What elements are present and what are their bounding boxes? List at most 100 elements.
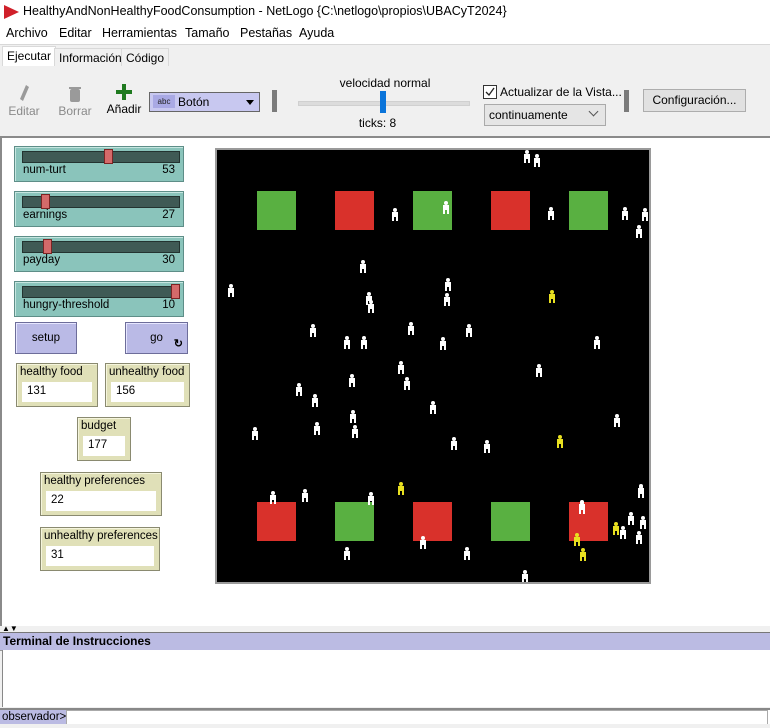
window-bottom-edge	[0, 724, 770, 728]
interface-panel: num-turt 53 earnings 27 payday 30 hungry…	[0, 138, 770, 626]
world-view[interactable]	[215, 148, 651, 584]
slider-value: 53	[162, 164, 175, 176]
person-agent-icon	[407, 322, 415, 335]
delete-button[interactable]: Borrar	[57, 84, 93, 118]
person-agent-icon	[593, 336, 601, 349]
person-agent-icon	[301, 489, 309, 502]
edit-button[interactable]: Editar	[8, 84, 40, 118]
slider-track[interactable]	[22, 151, 180, 163]
person-agent-icon	[309, 324, 317, 337]
slider-name: hungry-threshold	[23, 299, 110, 311]
person-agent-icon	[639, 516, 647, 529]
person-agent-icon	[444, 278, 452, 291]
person-agent-highlighted-icon	[612, 522, 620, 535]
speed-slider-thumb[interactable]	[380, 91, 386, 113]
slider-thumb[interactable]	[171, 284, 180, 299]
slider-value: 10	[162, 299, 175, 311]
slider-track[interactable]	[22, 286, 180, 298]
healthy-store-patch	[335, 502, 374, 541]
person-agent-icon	[359, 260, 367, 273]
trash-icon	[57, 84, 93, 104]
person-agent-icon	[269, 491, 277, 504]
monitor-value-box: 177	[83, 436, 125, 456]
settings-button[interactable]: Configuración...	[643, 89, 746, 112]
update-view-checkbox[interactable]	[483, 85, 497, 99]
slider-payday[interactable]: payday 30	[14, 236, 184, 272]
widget-type-select[interactable]: abc Botón	[149, 92, 260, 112]
ticks-counter: ticks: 8	[358, 116, 397, 130]
person-agent-icon	[351, 425, 359, 438]
plus-icon	[104, 82, 144, 102]
person-agent-icon	[313, 422, 321, 435]
person-agent-icon	[578, 501, 586, 514]
monitor-healthy-preferences: healthy preferences 22	[40, 472, 162, 516]
person-agent-icon	[367, 492, 375, 505]
slider-value: 27	[162, 209, 175, 221]
go-label: go	[150, 332, 163, 344]
monitor-unhealthy-food: unhealthy food 156	[105, 363, 190, 407]
monitor-name: budget	[81, 420, 117, 432]
person-agent-icon	[635, 531, 643, 544]
person-agent-icon	[619, 526, 627, 539]
menu-pestanas[interactable]: Pestañas	[240, 26, 292, 40]
person-agent-icon	[641, 208, 649, 221]
person-agent-highlighted-icon	[556, 435, 564, 448]
monitor-value-box: 31	[46, 546, 154, 566]
slider-thumb[interactable]	[103, 149, 113, 164]
tab-codigo[interactable]: Código	[121, 48, 170, 67]
monitor-healthy-food: healthy food 131	[16, 363, 98, 407]
add-button[interactable]: Añadir	[104, 82, 144, 116]
title-bar: HealthyAndNonHealthyFoodConsumption - Ne…	[0, 0, 770, 24]
person-agent-icon	[621, 207, 629, 220]
command-center-header: Terminal de Instrucciones	[0, 632, 770, 651]
person-agent-icon	[429, 401, 437, 414]
monitor-value: 131	[27, 385, 47, 397]
slider-thumb[interactable]	[42, 239, 52, 254]
update-mode-select[interactable]: continuamente	[484, 104, 606, 126]
person-agent-icon	[391, 208, 399, 221]
slider-hungry-threshold[interactable]: hungry-threshold 10	[14, 281, 184, 317]
netlogo-logo-icon	[4, 5, 19, 19]
speed-label: velocidad normal	[339, 76, 431, 90]
person-agent-icon	[251, 427, 259, 440]
menu-ayuda[interactable]: Ayuda	[299, 26, 334, 40]
monitor-value-box: 131	[22, 382, 92, 402]
person-agent-icon	[343, 547, 351, 560]
monitor-value-box: 22	[46, 491, 156, 511]
person-agent-icon	[637, 484, 645, 497]
slider-name: earnings	[23, 209, 68, 221]
person-agent-highlighted-icon	[397, 482, 405, 495]
slider-num-turt[interactable]: num-turt 53	[14, 146, 184, 182]
monitor-name: unhealthy food	[109, 366, 185, 378]
tab-informacion[interactable]: Información	[54, 48, 127, 67]
person-agent-icon	[547, 207, 555, 220]
person-agent-icon	[360, 336, 368, 349]
healthy-store-patch	[569, 191, 608, 230]
person-agent-icon	[439, 337, 447, 350]
setup-button[interactable]: setup	[15, 322, 77, 354]
person-agent-icon	[443, 293, 451, 306]
monitor-value: 177	[88, 439, 108, 451]
menu-archivo[interactable]: Archivo	[6, 26, 48, 40]
go-button[interactable]: go ↻	[125, 322, 188, 354]
delete-label: Borrar	[58, 104, 92, 118]
tab-ejecutar[interactable]: Ejecutar	[2, 46, 57, 68]
monitor-value-box: 156	[111, 382, 184, 402]
menu-herramientas[interactable]: Herramientas	[102, 26, 177, 40]
unhealthy-store-patch	[491, 191, 530, 230]
menu-bar: Archivo Editar Herramientas Tamaño Pesta…	[0, 24, 770, 44]
monitor-name: healthy preferences	[44, 475, 146, 487]
slider-thumb[interactable]	[41, 194, 51, 209]
person-agent-highlighted-icon	[573, 533, 581, 546]
healthy-store-patch	[257, 191, 296, 230]
monitor-value: 22	[51, 494, 64, 506]
command-center-output[interactable]	[2, 650, 770, 707]
chevron-down-icon	[588, 106, 599, 117]
menu-editar[interactable]: Editar	[59, 26, 92, 40]
unhealthy-store-patch	[257, 502, 296, 541]
slider-earnings[interactable]: earnings 27	[14, 191, 184, 227]
person-agent-icon	[227, 284, 235, 297]
checkmark-icon	[485, 87, 495, 97]
slider-name: payday	[23, 254, 61, 266]
menu-tamano[interactable]: Tamaño	[185, 26, 229, 40]
